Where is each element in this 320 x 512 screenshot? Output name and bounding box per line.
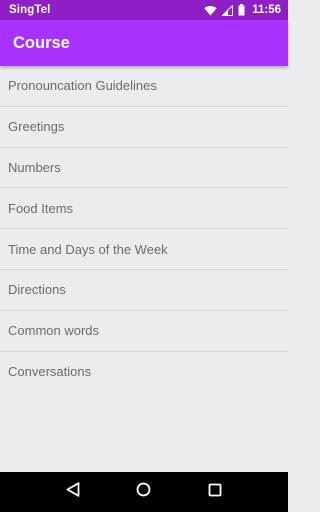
signal-icon [222, 4, 234, 16]
course-item-directions[interactable]: Directions [0, 270, 288, 311]
course-item-numbers[interactable]: Numbers [0, 148, 288, 189]
list-item-label: Time and Days of the Week [8, 241, 168, 257]
list-item-label: Common words [8, 323, 100, 339]
back-icon [66, 482, 80, 502]
course-item-conversations[interactable]: Conversations [0, 352, 288, 393]
battery-icon [238, 4, 245, 16]
back-button[interactable] [59, 478, 87, 506]
list-item-label: Greetings [8, 119, 65, 135]
course-item-common-words[interactable]: Common words [0, 311, 288, 352]
list-item-label: Directions [8, 282, 66, 298]
list-item-label: Conversations [8, 364, 92, 380]
list-item-label: Numbers [8, 159, 61, 175]
navigation-bar [0, 472, 288, 512]
app-bar: Course [0, 20, 288, 66]
list-item-label: Pronouncation Guidelines [8, 78, 157, 94]
wifi-icon [204, 5, 217, 16]
status-icons: 11:56 [204, 4, 281, 16]
recents-icon [208, 483, 222, 502]
course-item-pronunciation[interactable]: Pronouncation Guidelines [0, 66, 288, 107]
carrier-name: SingTel [9, 4, 51, 16]
course-item-time-days[interactable]: Time and Days of the Week [0, 229, 288, 270]
clock: 11:56 [252, 4, 281, 16]
home-button[interactable] [130, 478, 158, 506]
page-title: Course [13, 33, 70, 52]
course-item-greetings[interactable]: Greetings [0, 107, 288, 148]
home-icon [136, 482, 151, 502]
recents-button[interactable] [201, 478, 229, 506]
course-item-food-items[interactable]: Food Items [0, 188, 288, 230]
status-bar: SingTel 11:56 [0, 0, 288, 20]
course-list: Pronouncation Guidelines Greetings Numbe… [0, 66, 288, 392]
list-item-label: Food Items [8, 200, 74, 216]
